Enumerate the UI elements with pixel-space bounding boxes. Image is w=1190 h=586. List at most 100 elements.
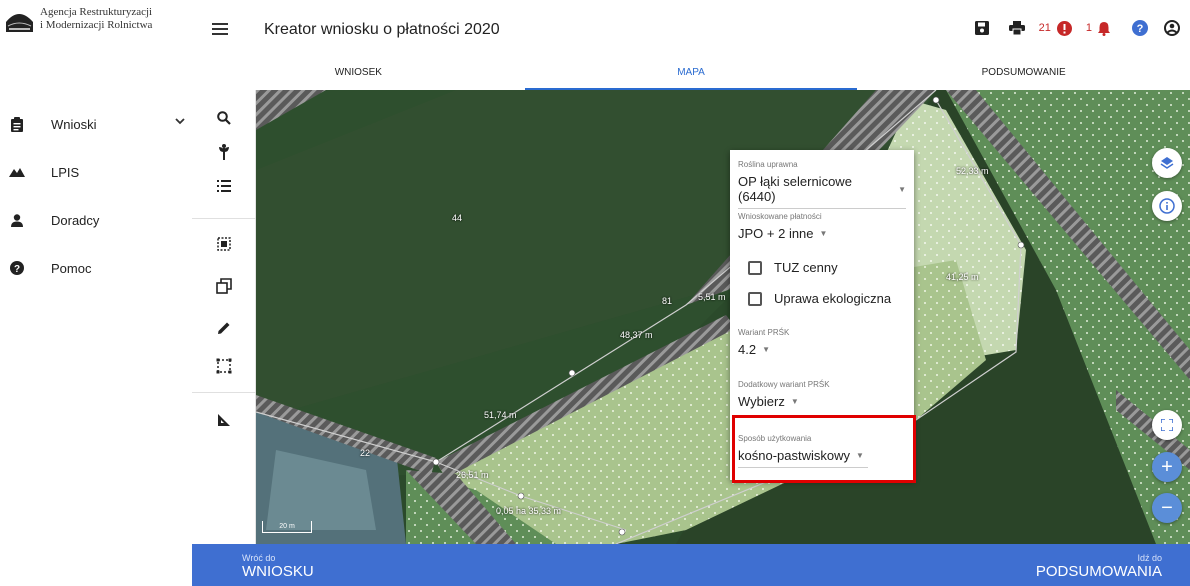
extra-variant-select-value[interactable]: Wybierz [738, 394, 785, 409]
segment-length-label: 51,74 m [484, 410, 517, 420]
page-title: Kreator wniosku o płatności 2020 [264, 21, 500, 38]
mountains-icon [0, 167, 34, 177]
sidebar-nav: Wnioski LPIS Doradcy ? Pomoc [0, 100, 192, 292]
plant-icon[interactable] [212, 140, 236, 164]
zoom-out-button[interactable]: − [1152, 493, 1182, 523]
pencil-icon[interactable] [212, 316, 236, 340]
measure-icon[interactable] [212, 408, 236, 432]
parcel-label: 81 [662, 296, 673, 306]
dropdown-arrow-icon[interactable]: ▼ [898, 185, 906, 194]
arimr-logo: Agencja Restrukturyzacji i Modernizacji … [6, 6, 191, 50]
next-caption: Idź do [1137, 553, 1162, 563]
fullscreen-icon [1161, 419, 1173, 431]
sidebar-item-lpis[interactable]: LPIS [0, 148, 192, 196]
map-scale: 20 m [262, 521, 312, 533]
go-to-summary-button[interactable]: Idź do PODSUMOWANIA [1036, 553, 1162, 580]
parcel-label: 22 [360, 448, 371, 458]
payments-field[interactable]: Wnioskowane płatności JPO + 2 inne ▼ [738, 212, 906, 241]
area-label: 0,05 ha 35,33 m [496, 506, 562, 516]
satellite-map [256, 90, 1190, 544]
tab-bar: WNIOSEK MAPA PODSUMOWANIE [192, 62, 1190, 90]
account-icon[interactable] [1164, 20, 1180, 36]
segment-length-label: 5,51 m [698, 292, 726, 302]
checkbox-box[interactable] [748, 260, 762, 275]
help-circle-icon: ? [0, 261, 34, 275]
back-to-application-button[interactable]: Wróć do WNIOSKU [242, 553, 314, 580]
map-view[interactable]: 44 81 22 52,33 m 41,25 m 5,51 m 48,37 m … [256, 90, 1190, 544]
variant-select-value[interactable]: 4.2 [738, 342, 756, 357]
toolbar-divider [192, 218, 256, 219]
organic-checkbox[interactable]: Uprawa ekologiczna [748, 291, 891, 306]
copy-shape-icon[interactable] [212, 274, 236, 298]
bell-icon[interactable] [1098, 21, 1110, 36]
notification-count: 1 [1085, 22, 1092, 34]
dropdown-arrow-icon[interactable]: ▼ [791, 397, 799, 406]
field-caption: Dodatkowy wariant PRŚK [738, 380, 830, 389]
segment-length-label: 26,51 m [456, 470, 489, 480]
bottom-nav-bar: Wróć do WNIOSKU Idź do PODSUMOWANIA [192, 544, 1190, 586]
sidebar-item-wnioski[interactable]: Wnioski [0, 100, 192, 148]
checkbox-box[interactable] [748, 291, 762, 306]
logo-line-1: Agencja Restrukturyzacji [40, 6, 153, 18]
svg-text:?: ? [1137, 23, 1144, 35]
zoom-in-button[interactable]: + [1152, 452, 1182, 482]
next-label: PODSUMOWANIA [1035, 563, 1162, 580]
layers-button[interactable] [1152, 148, 1182, 178]
variant-field[interactable]: Wariant PRŚK 4.2 ▼ [738, 328, 906, 357]
info-icon [1159, 198, 1175, 214]
sidebar-item-label: Pomoc [51, 260, 92, 276]
plus-icon: + [1161, 456, 1173, 478]
back-caption: Wróć do [242, 553, 276, 563]
tuz-checkbox[interactable]: TUZ cenny [748, 260, 838, 275]
minus-icon: − [1161, 497, 1173, 519]
payments-select-value[interactable]: JPO + 2 inne [738, 226, 814, 241]
fullscreen-button[interactable] [1152, 410, 1182, 440]
help-icon[interactable]: ? [1132, 20, 1148, 36]
sidebar-item-pomoc[interactable]: ? Pomoc [0, 244, 192, 292]
checkbox-label: Uprawa ekologiczna [774, 291, 892, 306]
layers-icon [1160, 157, 1174, 169]
sidebar-item-doradcy[interactable]: Doradcy [0, 196, 192, 244]
tab-mapa[interactable]: MAPA [524, 62, 858, 90]
svg-text:?: ? [14, 264, 20, 275]
hamburger-menu-icon[interactable] [212, 22, 228, 40]
parcel-label: 44 [452, 213, 463, 223]
logo-line-2: i Modernizacji Rolnictwa [40, 19, 153, 31]
highlight-frame [732, 415, 916, 483]
logo-mark [6, 8, 33, 32]
info-button[interactable] [1152, 191, 1182, 221]
error-count: 21 [1038, 22, 1051, 34]
person-icon [0, 213, 34, 227]
scale-label: 20 m [279, 523, 295, 530]
field-caption: Roślina uprawna [738, 160, 798, 169]
crop-field[interactable]: Roślina uprawna OP łąki selernicowe (644… [738, 160, 906, 209]
clipboard-icon [0, 116, 34, 132]
checkbox-label: TUZ cenny [774, 260, 838, 275]
extra-variant-field[interactable]: Dodatkowy wariant PRŚK Wybierz ▼ [738, 380, 906, 409]
back-label: WNIOSKU [242, 563, 314, 580]
toolbar-divider [192, 392, 256, 393]
map-toolbar [192, 90, 256, 544]
select-area-icon[interactable] [212, 232, 236, 256]
segment-length-label: 41,25 m [946, 272, 979, 282]
tab-wniosek[interactable]: WNIOSEK [192, 62, 525, 90]
draw-rectangle-icon[interactable] [212, 354, 236, 378]
sidebar-item-label: LPIS [51, 164, 80, 180]
list-icon[interactable] [212, 174, 236, 198]
field-caption: Wariant PRŚK [738, 328, 790, 337]
search-icon[interactable] [212, 106, 236, 130]
error-alert-icon[interactable] [1056, 20, 1072, 36]
field-caption: Wnioskowane płatności [738, 212, 822, 221]
chevron-down-icon[interactable] [174, 114, 186, 132]
dropdown-arrow-icon[interactable]: ▼ [762, 345, 770, 354]
sidebar-item-label: Doradcy [51, 212, 100, 228]
tab-podsumowanie[interactable]: PODSUMOWANIE [857, 62, 1190, 90]
top-bar: Kreator wniosku o płatności 2020 21 1 ? [192, 0, 1190, 62]
crop-select-value[interactable]: OP łąki selernicowe (6440) [738, 174, 892, 204]
save-icon[interactable] [974, 21, 989, 35]
segment-length-label: 48,37 m [620, 330, 653, 340]
print-icon[interactable] [1008, 21, 1025, 35]
segment-length-label: 52,33 m [956, 166, 989, 176]
sidebar-item-label: Wnioski [51, 116, 97, 132]
dropdown-arrow-icon[interactable]: ▼ [820, 229, 828, 238]
